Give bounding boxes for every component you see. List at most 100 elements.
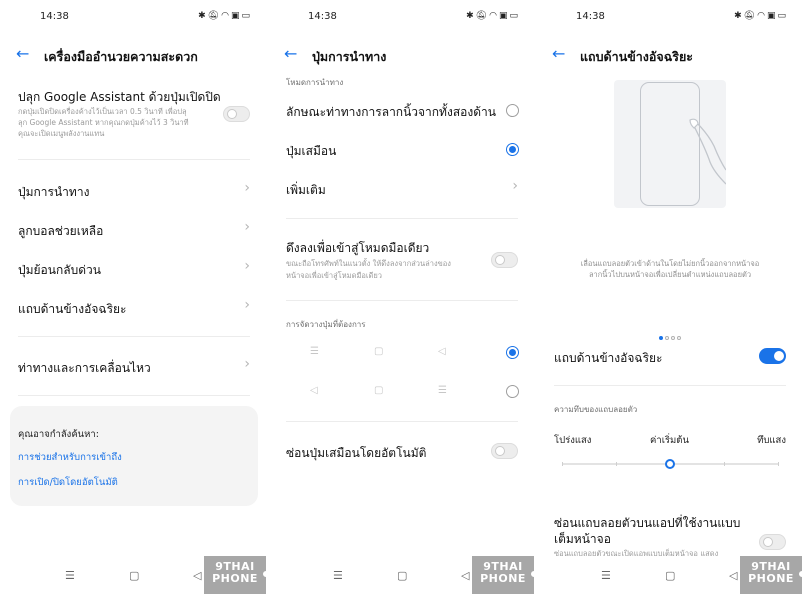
menu-icon[interactable]: ☰: [65, 569, 75, 582]
one-hand-mode-toggle[interactable]: [491, 252, 518, 268]
divider: [18, 159, 250, 160]
opacity-slider-thumb[interactable]: [665, 459, 675, 469]
smart-sidebar-label: แถบด้านข้างอัจฉริยะ: [554, 351, 663, 365]
swipe-hand-icon: [689, 118, 726, 185]
page-dot: [671, 336, 675, 340]
battery-icon: ▭: [241, 11, 252, 21]
page-dot: [659, 336, 663, 340]
divider: [18, 395, 250, 396]
menu-item-more[interactable]: เพิ่มเติม: [286, 181, 518, 200]
page-title: เครื่องมืออำนวยความสะดวก: [44, 49, 198, 64]
wifi-icon: ◠: [221, 11, 231, 21]
back-icon[interactable]: ◁: [461, 569, 469, 582]
menu-item-assistive-ball[interactable]: ลูกบอลช่วยเหลือ: [18, 222, 250, 241]
watermark-logo: 9THAI PHONE: [472, 556, 536, 594]
status-bar: 14:38 ✱🔕︎◠▣▭: [0, 0, 268, 34]
back-icon[interactable]: ◁: [193, 569, 201, 582]
page-indicator: [536, 325, 804, 344]
back-icon: ◁: [310, 385, 318, 396]
assistant-setting-label: ปลุก Google Assistant ด้วยปุ่มเปิดปิด: [18, 90, 221, 104]
section-label-opacity: ความทึบของแถบลอยตัว: [554, 405, 638, 414]
home-icon[interactable]: ▢: [665, 569, 675, 582]
hide-fullscreen-desc: ซ่อนแถบลอยตัวขณะเปิดแอพแบบเต็มหน้าจอ แสด…: [554, 549, 719, 558]
toggle-knob: [774, 351, 784, 361]
wifi-icon: ◠: [757, 11, 767, 21]
hide-fullscreen-toggle[interactable]: [759, 534, 786, 550]
battery-icon: ▭: [777, 11, 788, 21]
toggle-knob: [763, 537, 773, 547]
home-icon: ▢: [374, 385, 384, 396]
menu-item-navigation-buttons[interactable]: ปุ่มการนำทาง: [18, 183, 250, 202]
option-gesture-both-sides[interactable]: ลักษณะท่าทางการลากนิ้วจากทั้งสองด้าน: [286, 103, 518, 122]
radio-virtual-buttons[interactable]: [506, 143, 519, 156]
status-icons: ✱🔕︎◠▣▭: [198, 11, 252, 21]
back-arrow-icon[interactable]: ←: [284, 44, 297, 63]
home-icon[interactable]: ▢: [129, 569, 139, 582]
slider-tick: [724, 462, 725, 466]
assistant-desc-line2: ลุก Google Assistant หากคุณกดปุ่มค้างไว้…: [18, 118, 189, 127]
chevron-right-icon: ›: [244, 180, 250, 196]
assistant-desc-line1: กดปุ่มเปิดปิดเครื่องค้างไว้เป็นเวลา 0.5 …: [18, 107, 187, 116]
option-virtual-buttons[interactable]: ปุ่มเสมือน: [286, 142, 518, 161]
suggestion-link-accessibility[interactable]: การช่วยสำหรับการเข้าถึง: [18, 450, 122, 465]
status-bar: 14:38 ✱🔕︎◠▣▭: [536, 0, 804, 34]
radio-layout-1[interactable]: [506, 346, 519, 359]
menu-icon: ☰: [438, 385, 447, 396]
radio-gesture-both-sides[interactable]: [506, 104, 519, 117]
bluetooth-icon: ✱: [198, 11, 208, 21]
opacity-label-translucent: โปร่งแสง: [554, 435, 592, 446]
back-icon: ◁: [438, 346, 446, 357]
menu-icon: ☰: [310, 346, 319, 357]
battery-icon: ▭: [509, 11, 520, 21]
toggle-knob: [227, 109, 237, 119]
slider-tick: [562, 462, 563, 466]
smart-sidebar-panel: 14:38 ✱🔕︎◠▣▭ ← แถบด้านข้างอัจฉริยะ เลื่อ…: [536, 0, 804, 596]
suggestion-link-auto-power[interactable]: การเปิด/ปิดโดยอัตโนมัติ: [18, 475, 118, 490]
clock: 14:38: [40, 11, 69, 22]
suggestions-title: คุณอาจกำลังค้นหา:: [18, 429, 99, 440]
watermark-logo: 9THAI PHONE: [204, 556, 268, 594]
watermark-line2: PHONE: [748, 572, 794, 585]
slider-tick: [778, 462, 779, 466]
home-icon[interactable]: ▢: [397, 569, 407, 582]
menu-item-smart-sidebar[interactable]: แถบด้านข้างอัจฉริยะ: [18, 300, 250, 319]
divider: [554, 385, 786, 386]
menu-item-gestures-motions[interactable]: ท่าทางและการเคลื่อนไหว: [18, 359, 250, 378]
opacity-slider[interactable]: [562, 459, 779, 469]
divider: [286, 218, 518, 219]
assistant-desc-line3: คุณจะเปิดเมนูพลังงานแทน: [18, 129, 105, 138]
back-arrow-icon[interactable]: ←: [16, 44, 29, 63]
opacity-label-opaque: ทึบแสง: [757, 435, 786, 446]
one-hand-mode-label: ดึงลงเพื่อเข้าสู่โหมดมือเดียว: [286, 241, 430, 255]
status-bar: 14:38 ✱🔕︎◠▣▭: [268, 0, 536, 34]
menu-icon[interactable]: ☰: [601, 569, 611, 582]
sidebar-description: เลื่อนแถบลอยตัวเข้าด้านในโดยไม่ยกนิ้วออก…: [550, 258, 790, 280]
page-header: ← เครื่องมืออำนวยความสะดวก: [0, 44, 268, 66]
chevron-right-icon: ›: [512, 178, 518, 194]
page-dot: [677, 336, 681, 340]
slider-tick: [616, 462, 617, 466]
sim-icon: ▣: [766, 11, 778, 21]
toggle-knob: [495, 255, 505, 265]
auto-hide-buttons-toggle[interactable]: [491, 443, 518, 459]
section-label-navigation-mode: โหมดการนำทาง: [286, 78, 344, 87]
menu-icon[interactable]: ☰: [333, 569, 343, 582]
smart-sidebar-toggle[interactable]: [759, 348, 786, 364]
wifi-icon: ◠: [489, 11, 499, 21]
bluetooth-icon: ✱: [466, 11, 476, 21]
assistant-toggle[interactable]: [223, 106, 250, 122]
watermark-line2: PHONE: [480, 572, 526, 585]
opacity-label-default: ค่าเริ่มต้น: [650, 435, 689, 446]
sidebar-desc-line2: ลากนิ้วไปบนหน้าจอเพื่อเปลี่ยนตำแหน่งแถบล…: [588, 270, 752, 279]
one-hand-desc-line2: หน้าจอเพื่อเข้าสู่โหมดมือเดียว: [286, 271, 382, 280]
navigation-buttons-panel: 14:38 ✱🔕︎◠▣▭ ← ปุ่มการนำทาง โหมดการนำทาง…: [268, 0, 536, 596]
menu-item-quick-return[interactable]: ปุ่มย้อนกลับด่วน: [18, 261, 250, 280]
back-arrow-icon[interactable]: ←: [552, 44, 565, 63]
radio-layout-2[interactable]: [506, 385, 519, 398]
sidebar-gesture-illustration: [614, 80, 726, 208]
mute-icon: 🔕︎: [743, 11, 758, 21]
sidebar-desc-line1: เลื่อนแถบลอยตัวเข้าด้านในโดยไม่ยกนิ้วออก…: [580, 259, 760, 268]
page-title: ปุ่มการนำทาง: [312, 49, 387, 64]
chevron-right-icon: ›: [244, 356, 250, 372]
back-icon[interactable]: ◁: [729, 569, 737, 582]
